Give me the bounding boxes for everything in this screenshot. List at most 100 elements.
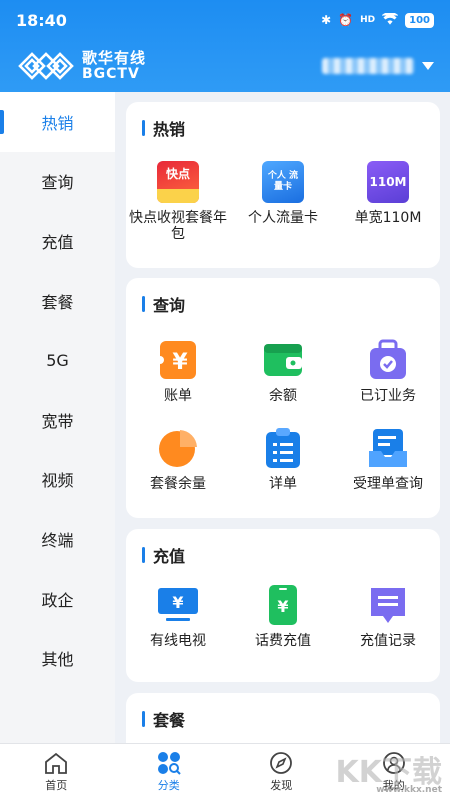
subscribed-service-icon bbox=[366, 338, 410, 382]
sidebar-item-label: 其他 bbox=[41, 650, 74, 670]
nav-home[interactable]: 首页 bbox=[0, 744, 113, 800]
status-icons: ✱ ⏰ HD 100 bbox=[321, 11, 434, 28]
tile-order-query[interactable]: 受理单查询 bbox=[336, 426, 440, 492]
wallet-icon bbox=[261, 338, 305, 382]
battery-icon: 100 bbox=[405, 12, 434, 28]
caret-down-icon bbox=[422, 62, 434, 70]
bluetooth-icon: ✱ bbox=[321, 13, 332, 27]
tile-label: 快点收视套餐年包 bbox=[129, 210, 227, 243]
tv-yuan-icon: ¥ bbox=[156, 583, 200, 627]
section-title: 查询 bbox=[142, 292, 185, 316]
brand-name: 歌华有线 BGCTV bbox=[82, 48, 147, 82]
tile-label: 套餐余量 bbox=[150, 476, 206, 492]
tile-label: 受理单查询 bbox=[353, 476, 423, 492]
tile-data-card[interactable]: 个人 流量卡 个人流量卡 bbox=[231, 160, 335, 226]
section-title-text: 热销 bbox=[153, 120, 186, 139]
section-title-text: 套餐 bbox=[153, 711, 186, 730]
sidebar-item-5g[interactable]: 5G bbox=[0, 330, 115, 390]
broadband-110m-icon: 110M bbox=[366, 160, 410, 204]
order-inbox-icon bbox=[366, 426, 410, 470]
nav-label: 首页 bbox=[45, 779, 68, 792]
account-number-masked bbox=[322, 58, 414, 74]
nav-discover[interactable]: 发现 bbox=[225, 744, 338, 800]
sidebar-item-package[interactable]: 套餐 bbox=[0, 271, 115, 331]
section-card-hot: 热销 快点 快点收视套餐年包 个人 流量卡 个人流量卡 110M 单宽110M bbox=[126, 102, 440, 268]
tile-label: 详单 bbox=[269, 476, 297, 492]
section-title-text: 充值 bbox=[153, 547, 186, 566]
sidebar-item-query[interactable]: 查询 bbox=[0, 152, 115, 212]
section-card-query: 查询 ¥ 账单 余额 已订业务 套餐余量 详单 受理单查询 bbox=[126, 278, 440, 518]
account-switcher[interactable] bbox=[322, 58, 434, 74]
tile-label: 充值记录 bbox=[360, 633, 416, 649]
sidebar-item-label: 终端 bbox=[41, 530, 74, 550]
sidebar-item-broadband[interactable]: 宽带 bbox=[0, 390, 115, 450]
tile-balance[interactable]: 余额 bbox=[231, 338, 335, 404]
tile-subscribed[interactable]: 已订业务 bbox=[336, 338, 440, 404]
tile-label: 账单 bbox=[164, 388, 192, 404]
kuaidian-package-icon: 快点 bbox=[156, 160, 200, 204]
bill-icon: ¥ bbox=[156, 338, 200, 382]
section-title: 充值 bbox=[142, 543, 185, 567]
record-message-icon bbox=[366, 583, 410, 627]
phone-yuan-icon: ¥ bbox=[261, 583, 305, 627]
sidebar-item-terminal[interactable]: 终端 bbox=[0, 509, 115, 569]
section-title: 套餐 bbox=[142, 707, 185, 731]
tile-phone-recharge[interactable]: ¥ 话费充值 bbox=[231, 583, 335, 649]
sidebar-item-label: 套餐 bbox=[41, 292, 74, 312]
section-card-package: 套餐 bbox=[126, 693, 440, 743]
tile-kuaidian-package[interactable]: 快点 快点收视套餐年包 bbox=[126, 160, 230, 242]
tile-bill[interactable]: ¥ 账单 bbox=[126, 338, 230, 404]
clipboard-list-icon bbox=[261, 426, 305, 470]
data-card-icon: 个人 流量卡 bbox=[261, 160, 305, 204]
alarm-icon: ⏰ bbox=[338, 13, 354, 27]
tile-label: 已订业务 bbox=[360, 388, 416, 404]
brand-bar: 歌华有线 BGCTV bbox=[0, 40, 450, 92]
category-icon bbox=[157, 752, 181, 775]
brand-name-en: BGCTV bbox=[82, 65, 140, 82]
svg-text:¥: ¥ bbox=[172, 593, 183, 612]
sidebar-item-government[interactable]: 政企 bbox=[0, 569, 115, 629]
section-title-text: 查询 bbox=[153, 296, 186, 315]
status-time: 18:40 bbox=[16, 10, 67, 30]
tile-tv-recharge[interactable]: ¥ 有线电视 bbox=[126, 583, 230, 649]
nav-category[interactable]: 分类 bbox=[113, 744, 226, 800]
compass-icon bbox=[270, 752, 293, 774]
status-bar: 18:40 ✱ ⏰ HD 100 bbox=[0, 0, 450, 40]
category-content: 热销 快点 快点收视套餐年包 个人 流量卡 个人流量卡 110M 单宽110M … bbox=[115, 92, 450, 743]
sidebar-item-label: 热销 bbox=[41, 113, 74, 133]
sidebar-item-other[interactable]: 其他 bbox=[0, 628, 115, 688]
section-title: 热销 bbox=[142, 116, 185, 140]
tile-label: 有线电视 bbox=[150, 633, 206, 649]
svg-text:¥: ¥ bbox=[277, 597, 288, 616]
section-card-recharge: 充值 ¥ 有线电视 ¥ 话费充值 充值记录 bbox=[126, 529, 440, 682]
app-header: 18:40 ✱ ⏰ HD 100 歌华有线 BGCTV bbox=[0, 0, 450, 92]
tile-recharge-record[interactable]: 充值记录 bbox=[336, 583, 440, 649]
sidebar-item-hot[interactable]: 热销 bbox=[0, 92, 115, 152]
pie-chart-icon bbox=[156, 426, 200, 470]
tile-package-remaining[interactable]: 套餐余量 bbox=[126, 426, 230, 492]
sidebar-item-label: 5G bbox=[46, 350, 69, 370]
sidebar-item-video[interactable]: 视频 bbox=[0, 450, 115, 510]
tile-label: 余额 bbox=[269, 388, 297, 404]
tile-label: 话费充值 bbox=[255, 633, 311, 649]
home-icon bbox=[45, 752, 68, 774]
tile-detail-list[interactable]: 详单 bbox=[231, 426, 335, 492]
sidebar-item-label: 查询 bbox=[41, 173, 74, 193]
bgctv-logo-icon bbox=[18, 52, 74, 80]
tile-label: 个人流量卡 bbox=[248, 210, 318, 226]
nav-label: 分类 bbox=[157, 779, 180, 792]
sidebar-item-label: 视频 bbox=[41, 471, 74, 491]
nav-label: 发现 bbox=[270, 779, 293, 792]
signal-hd-icon: HD bbox=[360, 15, 376, 25]
svg-text:¥: ¥ bbox=[172, 350, 188, 375]
sidebar-item-recharge[interactable]: 充值 bbox=[0, 211, 115, 271]
sidebar-item-label: 充值 bbox=[41, 232, 74, 252]
tile-broadband-110m[interactable]: 110M 单宽110M bbox=[336, 160, 440, 226]
wifi-icon bbox=[381, 11, 399, 28]
tile-label: 单宽110M bbox=[354, 210, 422, 226]
sidebar-item-label: 政企 bbox=[41, 590, 74, 610]
brand-name-cn: 歌华有线 bbox=[82, 48, 147, 67]
sidebar-item-label: 宽带 bbox=[41, 411, 74, 431]
category-sidebar: 热销 查询 充值 套餐 5G 宽带 视频 终端 政企 其他 bbox=[0, 92, 115, 743]
kk-watermark: KK下载 www.kkx.net bbox=[336, 747, 443, 795]
